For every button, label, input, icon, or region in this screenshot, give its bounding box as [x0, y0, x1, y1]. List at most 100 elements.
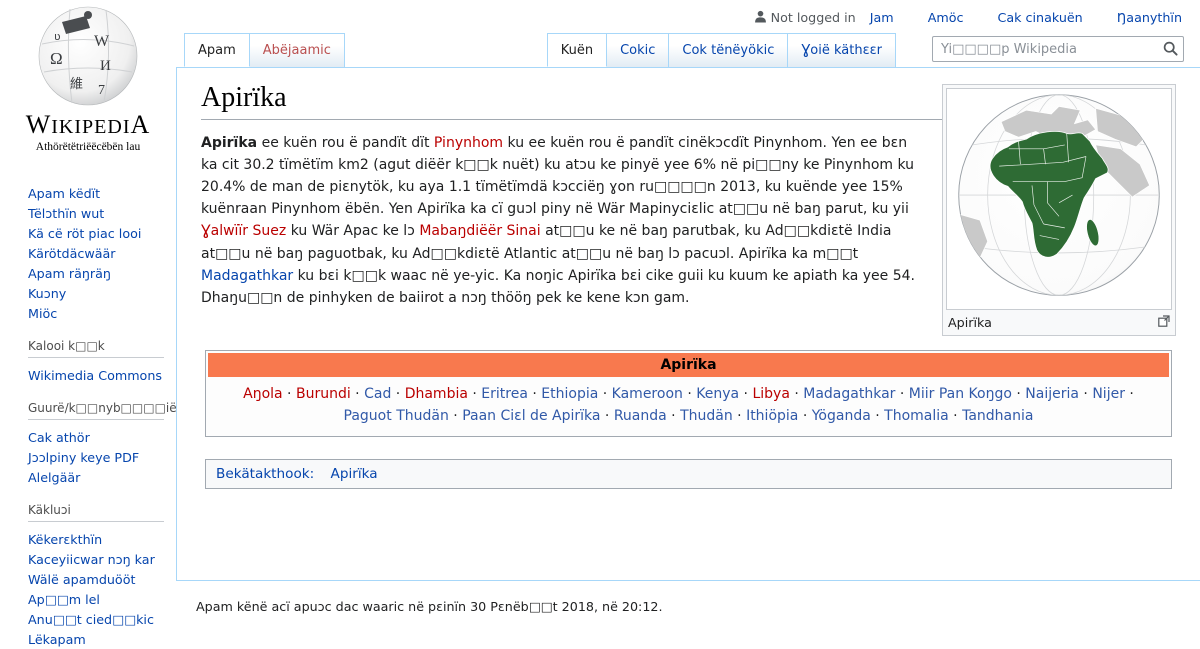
navbox-link[interactable]: Ithiöpia — [746, 408, 798, 424]
sidebar-link[interactable]: Apam räŋräŋ — [28, 266, 111, 281]
sidebar-item: Apam këdït — [28, 183, 164, 203]
user-icon — [754, 10, 767, 26]
navbox-link[interactable]: Tandhania — [962, 408, 1033, 424]
sidebar-link[interactable]: Wälë apamduööt — [28, 572, 135, 587]
sidebar-link[interactable]: Wikimedia Commons — [28, 368, 162, 383]
svg-text:Ω: Ω — [50, 49, 63, 68]
tab--oi-k-th-r[interactable]: Ɣoië käthɛɛr — [788, 33, 896, 67]
tab-ku-n[interactable]: Kuën — [546, 33, 608, 67]
navbox-link[interactable]: Cad — [364, 386, 391, 402]
sidebar-item: Lëkapam — [28, 629, 164, 649]
wikipedia-tagline: Athörëtëtriëëcëbën lau — [35, 141, 141, 153]
sidebar-item: Apam räŋräŋ — [28, 263, 164, 283]
sidebar-group: Apam këdït Tëlɔthïn wut Kä cë röt piac loo… — [28, 183, 164, 323]
tab-ab-jaamic[interactable]: Abëjaamic — [249, 33, 345, 67]
sidebar-link[interactable]: Apam këdït — [28, 186, 100, 201]
sidebar-link[interactable]: Këkerɛkthïn — [28, 532, 102, 547]
navbox-link[interactable]: Nijer — [1092, 386, 1125, 402]
sidebar-item: Wikimedia Commons — [28, 365, 164, 385]
sidebar-link[interactable]: Kä cë röt piac looi — [28, 226, 141, 241]
sidebar-link[interactable]: Kaceyiicwar nɔŋ kar — [28, 552, 155, 567]
navbox-africa: Apirïka Aŋola · Burundi · Cad · Dhambia … — [205, 350, 1172, 438]
navbox-link[interactable]: Miir Pan Koŋgo — [909, 386, 1012, 402]
personal-bar: Not logged in Jam Amöc Cak cinakuën Ŋaan… — [176, 0, 1200, 26]
navbox-link[interactable]: Paan Ciɛl de Apirïka — [462, 408, 600, 424]
sidebar-link[interactable]: Kuɔny — [28, 286, 66, 301]
wiki-link[interactable]: Madagathkar — [201, 268, 293, 284]
navbox-link[interactable]: Burundi — [296, 386, 351, 402]
enlarge-icon[interactable] — [1158, 315, 1170, 330]
sidebar-link[interactable]: Miöc — [28, 306, 57, 321]
not-logged-in-label: Not logged in — [770, 10, 856, 25]
sidebar-link[interactable]: Lëkapam — [28, 632, 86, 647]
category-link[interactable]: Apirïka — [331, 466, 378, 482]
view-tabs: Kuën Cokic Cok tënëyökic Ɣoië käthɛɛr — [546, 33, 896, 67]
svg-text:7: 7 — [98, 83, 105, 98]
tab-cok-t-n-y-kic[interactable]: Cok tënëyökic — [669, 33, 789, 67]
navbox-link[interactable]: Libya — [752, 386, 789, 402]
sidebar-link[interactable]: Ap□□m lel — [28, 592, 100, 607]
navbox-link[interactable]: Dhambia — [405, 386, 468, 402]
personal-link[interactable]: Amöc — [928, 10, 964, 25]
navbox-link[interactable]: Madagathkar — [803, 386, 895, 402]
sidebar-link[interactable]: Kärötdäcwäär — [28, 246, 116, 261]
navbox-link[interactable]: Ruanda — [614, 408, 667, 424]
sidebar-group-heading: Guurë/k□□nyb□□□□ië — [28, 401, 177, 420]
sidebar-link[interactable]: Tëlɔthïn wut — [28, 206, 104, 221]
search-input[interactable] — [932, 36, 1184, 62]
sidebar-item: Ap□□m lel — [28, 589, 164, 609]
svg-text:W: W — [94, 33, 110, 50]
sidebar-item: Cak athör — [28, 427, 164, 447]
wiki-redlink[interactable]: Mabaŋdiëër Sinai — [419, 223, 540, 239]
footer: Apam kënë acï apuɔc dac waaric në pɛinïn… — [176, 581, 1200, 614]
category-label-link[interactable]: Bekätakthook: — [216, 466, 314, 482]
article-content: Apirïka Apirïka Apirïka ee kuën rou ë pa… — [176, 68, 1200, 581]
wikipedia-wordmark: WIKIPEDIA — [25, 110, 151, 139]
navbox-country-list: Aŋola · Burundi · Cad · Dhambia · Eritre… — [243, 386, 1134, 424]
sidebar-item: Kärötdäcwäär — [28, 243, 164, 263]
navbox-title: Apirïka — [208, 353, 1169, 377]
navbox-link[interactable]: Eritrea — [481, 386, 528, 402]
last-modified-text: Apam kënë acï apuɔc dac waaric në pɛinïn… — [196, 599, 663, 614]
svg-text:維: 維 — [70, 77, 83, 92]
sidebar-item: Wälë apamduööt — [28, 569, 164, 589]
sidebar-item: Kaceyiicwar nɔŋ kar — [28, 549, 164, 569]
search-button[interactable] — [1163, 41, 1178, 59]
sidebar-link[interactable]: Jɔɔlpiny keye PDF — [28, 450, 139, 465]
sidebar-item: Tëlɔthïn wut — [28, 203, 164, 223]
navbox-link[interactable]: Naijeria — [1025, 386, 1079, 402]
search-icon — [1163, 41, 1178, 59]
personal-link[interactable]: Cak cinakuën — [998, 10, 1083, 25]
personal-link[interactable]: Jam — [870, 10, 894, 25]
wikipedia-logo[interactable]: Ω W И 維 7 ʋ WIKIPEDIA Athörëtëtriëëcëbën… — [0, 0, 176, 153]
sidebar-link[interactable]: Cak athör — [28, 430, 90, 445]
navbox-link[interactable]: Kenya — [696, 386, 739, 402]
search-area — [932, 36, 1184, 62]
navbox-link[interactable]: Yöganda — [812, 408, 871, 424]
navbox-link[interactable]: Paguot Thudän — [344, 408, 449, 424]
sidebar-nav: Apam këdït Tëlɔthïn wut Kä cë röt piac loo… — [0, 183, 177, 649]
personal-links: Jam Amöc Cak cinakuën Ŋaanythïn — [870, 10, 1184, 25]
sidebar-link[interactable]: Alelgäär — [28, 470, 80, 485]
wiki-redlink[interactable]: Pinynhom — [434, 135, 503, 151]
navbox-link[interactable]: Ethiopia — [541, 386, 598, 402]
personal-link[interactable]: Ŋaanythïn — [1117, 10, 1182, 25]
tab-cokic[interactable]: Cokic — [607, 33, 670, 67]
sidebar-group: Guurë/k□□nyb□□□□ië Cak athör Jɔɔlpiny keye… — [28, 401, 177, 487]
wikipedia-globe-icon[interactable]: Ω W И 維 7 ʋ — [32, 6, 144, 106]
navbox-link[interactable]: Thudän — [680, 408, 733, 424]
article-bold-title: Apirïka — [201, 135, 258, 151]
category-links: Bekätakthook: Apirïka — [205, 459, 1172, 490]
africa-globe-image[interactable] — [946, 88, 1172, 310]
user-status: Not logged in — [754, 10, 856, 26]
wiki-redlink[interactable]: Ɣalwïïr Suez — [201, 223, 286, 239]
sidebar-group: Käkluɔi Këkerɛkthïn Kaceyiicwar nɔŋ kar Wäl… — [28, 503, 164, 649]
sidebar-group-heading: Käkluɔi — [28, 503, 164, 522]
svg-text:ʋ: ʋ — [54, 30, 61, 43]
sidebar-item: Alelgäär — [28, 467, 164, 487]
navbox-link[interactable]: Kameroon — [612, 386, 683, 402]
navbox-link[interactable]: Aŋola — [243, 386, 282, 402]
tab-apam[interactable]: Apam — [184, 33, 250, 67]
sidebar-link[interactable]: Anu□□t cied□□kic — [28, 612, 154, 627]
navbox-link[interactable]: Thomalia — [884, 408, 949, 424]
